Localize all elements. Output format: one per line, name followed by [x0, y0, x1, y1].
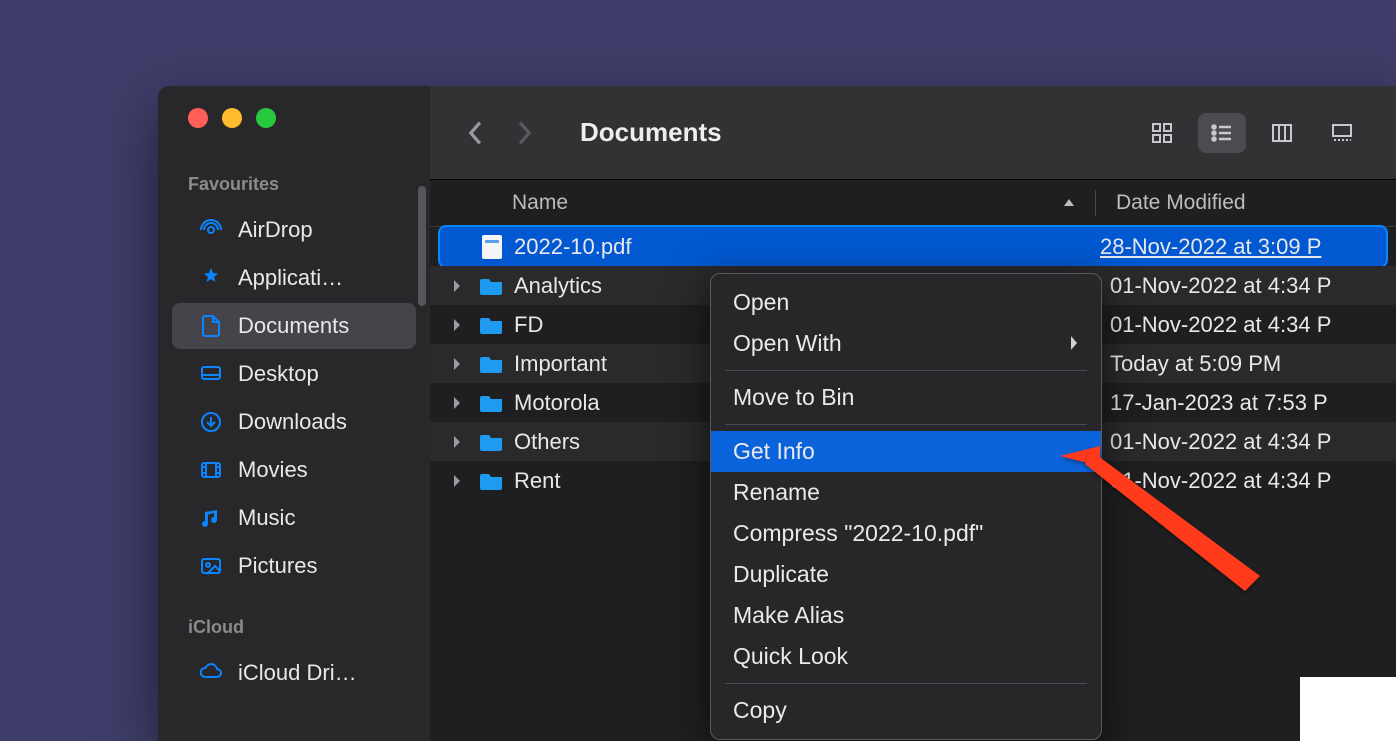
folder-name: Important — [514, 351, 607, 377]
sidebar-item-desktop[interactable]: Desktop — [172, 351, 416, 397]
menu-item-rename[interactable]: Rename — [711, 472, 1101, 513]
folder-icon — [480, 275, 504, 297]
sidebar-item-label: Music — [238, 505, 295, 531]
pictures-icon — [198, 553, 224, 579]
sidebar-item-label: iCloud Dri… — [238, 660, 357, 686]
folder-date: 01-Nov-2022 at 4:34 P — [1096, 312, 1396, 338]
menu-item-get-info[interactable]: Get Info — [711, 431, 1101, 472]
applications-icon — [198, 265, 224, 291]
menu-item-make-alias[interactable]: Make Alias — [711, 595, 1101, 636]
disclosure-triangle-icon[interactable] — [452, 474, 470, 488]
disclosure-triangle-icon[interactable] — [452, 396, 470, 410]
columns-header: Name Date Modified — [430, 180, 1396, 227]
file-date: 28-Nov-2022 at 3:09 P — [1086, 234, 1386, 260]
menu-item-quick-look[interactable]: Quick Look — [711, 636, 1101, 677]
downloads-icon — [198, 409, 224, 435]
sidebar-item-music[interactable]: Music — [172, 495, 416, 541]
disclosure-triangle-icon[interactable] — [452, 279, 470, 293]
context-menu: Open Open With Move to Bin Get Info Rena… — [710, 273, 1102, 740]
close-window-button[interactable] — [188, 108, 208, 128]
menu-item-open-with[interactable]: Open With — [711, 323, 1101, 364]
folder-icon — [480, 392, 504, 414]
column-header-date[interactable]: Date Modified — [1102, 191, 1396, 215]
folder-icon — [480, 353, 504, 375]
documents-icon — [198, 313, 224, 339]
disclosure-triangle-icon[interactable] — [452, 318, 470, 332]
folder-icon — [480, 431, 504, 453]
sidebar-scrollbar[interactable] — [418, 186, 426, 306]
movies-icon — [198, 457, 224, 483]
column-divider[interactable] — [1095, 190, 1096, 216]
sidebar-item-label: Pictures — [238, 553, 317, 579]
music-icon — [198, 505, 224, 531]
sidebar-item-downloads[interactable]: Downloads — [172, 399, 416, 445]
folder-name: Motorola — [514, 390, 600, 416]
folder-icon — [480, 470, 504, 492]
menu-separator — [725, 370, 1087, 371]
sidebar-item-label: Movies — [238, 457, 308, 483]
sidebar-item-documents[interactable]: Documents — [172, 303, 416, 349]
menu-item-copy[interactable]: Copy — [711, 690, 1101, 731]
folder-date: 01-Nov-2022 at 4:34 P — [1096, 468, 1396, 494]
sidebar-item-label: Desktop — [238, 361, 319, 387]
white-overlay — [1300, 677, 1396, 741]
sidebar-item-icloud-drive[interactable]: iCloud Dri… — [172, 650, 416, 696]
forward-button[interactable] — [508, 117, 540, 149]
file-name: 2022-10.pdf — [514, 234, 631, 260]
toolbar: Documents — [430, 86, 1396, 180]
window-controls — [158, 108, 430, 128]
chevron-right-icon — [1069, 330, 1079, 357]
desktop-icon — [198, 361, 224, 387]
view-columns-button[interactable] — [1258, 113, 1306, 153]
disclosure-triangle-icon[interactable] — [452, 357, 470, 371]
folder-name: Rent — [514, 468, 560, 494]
folder-date: 17-Jan-2023 at 7:53 P — [1096, 390, 1396, 416]
column-header-name[interactable]: Name — [430, 191, 1049, 215]
airdrop-icon — [198, 217, 224, 243]
menu-item-open[interactable]: Open — [711, 282, 1101, 323]
sidebar-section-favourites: Favourites — [158, 168, 430, 205]
sort-indicator-icon[interactable] — [1049, 197, 1089, 209]
view-icons-button[interactable] — [1138, 113, 1186, 153]
menu-item-duplicate[interactable]: Duplicate — [711, 554, 1101, 595]
menu-separator — [725, 683, 1087, 684]
folder-name: Analytics — [514, 273, 602, 299]
disclosure-triangle-icon[interactable] — [452, 435, 470, 449]
sidebar-item-pictures[interactable]: Pictures — [172, 543, 416, 589]
icloud-icon — [198, 660, 224, 686]
menu-item-move-to-bin[interactable]: Move to Bin — [711, 377, 1101, 418]
menu-item-compress[interactable]: Compress "2022-10.pdf" — [711, 513, 1101, 554]
sidebar-item-label: Applicati… — [238, 265, 343, 291]
folder-date: 01-Nov-2022 at 4:34 P — [1096, 429, 1396, 455]
view-gallery-button[interactable] — [1318, 113, 1366, 153]
view-controls — [1138, 113, 1366, 153]
sidebar-item-applications[interactable]: Applicati… — [172, 255, 416, 301]
folder-name: FD — [514, 312, 543, 338]
fullscreen-window-button[interactable] — [256, 108, 276, 128]
window-title: Documents — [580, 117, 1122, 148]
menu-separator — [725, 424, 1087, 425]
folder-date: Today at 5:09 PM — [1096, 351, 1396, 377]
sidebar-item-label: AirDrop — [238, 217, 313, 243]
sidebar-section-icloud: iCloud — [158, 611, 430, 648]
sidebar-item-label: Documents — [238, 313, 349, 339]
sidebar-item-airdrop[interactable]: AirDrop — [172, 207, 416, 253]
pdf-file-icon — [480, 236, 504, 258]
sidebar: Favourites AirDrop Applicati… Documents … — [158, 86, 430, 741]
file-row[interactable]: 2022-10.pdf 28-Nov-2022 at 3:09 P — [440, 227, 1386, 266]
sidebar-item-label: Downloads — [238, 409, 347, 435]
minimize-window-button[interactable] — [222, 108, 242, 128]
folder-icon — [480, 314, 504, 336]
view-list-button[interactable] — [1198, 113, 1246, 153]
back-button[interactable] — [460, 117, 492, 149]
sidebar-item-movies[interactable]: Movies — [172, 447, 416, 493]
folder-name: Others — [514, 429, 580, 455]
folder-date: 01-Nov-2022 at 4:34 P — [1096, 273, 1396, 299]
